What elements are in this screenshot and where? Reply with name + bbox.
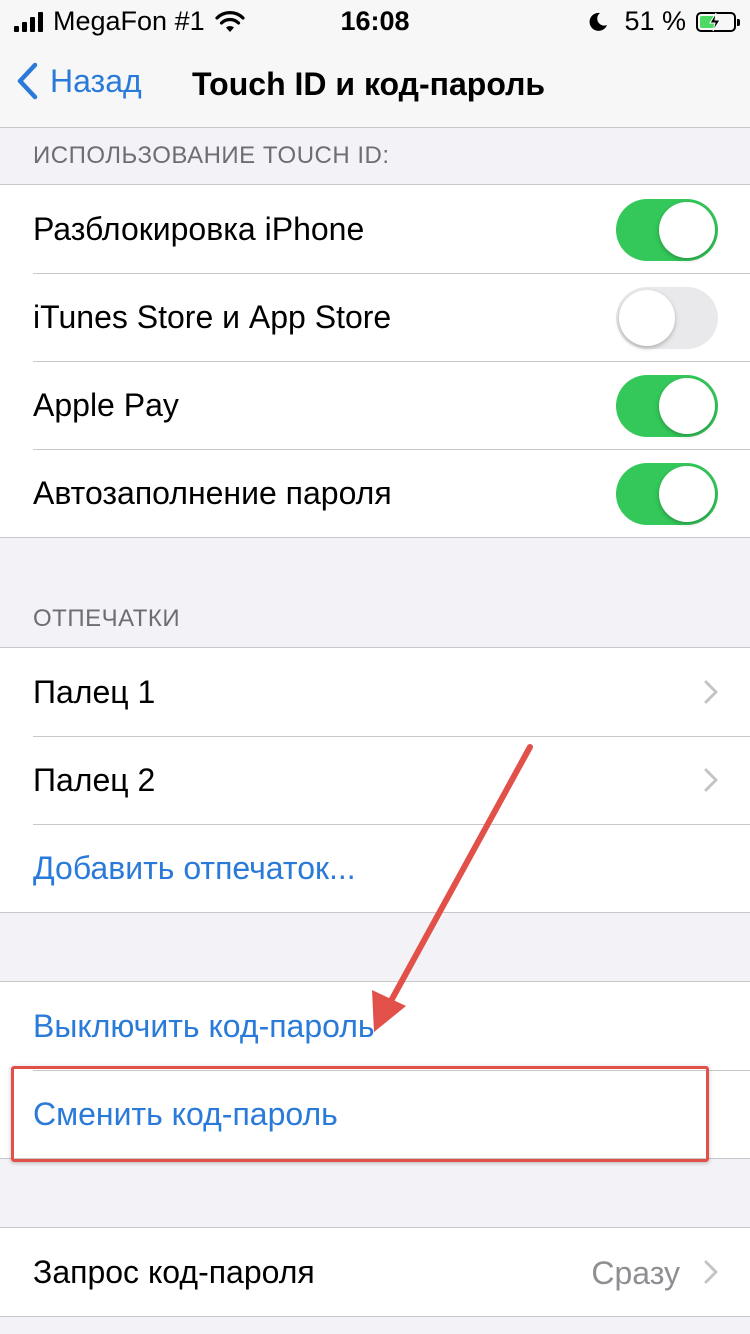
fingerprint-row-1[interactable]: Палец 1: [0, 648, 750, 736]
add-fingerprint-link: Добавить отпечаток...: [33, 849, 356, 886]
change-passcode-row[interactable]: Сменить код-пароль: [0, 1070, 750, 1158]
touch-id-group: Разблокировка iPhone iTunes Store и App …: [0, 184, 750, 538]
section-header-touch-id: ИСПОЛЬЗОВАНИЕ TOUCH ID:: [33, 142, 390, 169]
row-label: Разблокировка iPhone: [33, 210, 365, 247]
itunes-app-store-toggle[interactable]: [616, 287, 718, 349]
add-fingerprint-row[interactable]: Добавить отпечаток...: [0, 824, 750, 912]
chevron-left-icon: [17, 62, 38, 100]
turn-off-passcode-row[interactable]: Выключить код-пароль: [0, 982, 750, 1070]
back-label: Назад: [50, 62, 142, 99]
moon-icon: [590, 12, 608, 31]
touch-id-row-apple-pay: Apple Pay: [0, 361, 750, 449]
chevron-right-icon: [704, 680, 718, 704]
require-passcode-group: Запрос код-пароля Сразу: [0, 1227, 750, 1317]
row-label: Палец 2: [33, 761, 156, 798]
row-label: Apple Pay: [33, 386, 179, 423]
row-label: iTunes Store и App Store: [33, 298, 392, 335]
password-autofill-toggle[interactable]: [616, 463, 718, 525]
page-title: Touch ID и код-пароль: [192, 66, 546, 102]
chevron-right-icon: [704, 768, 718, 792]
back-button[interactable]: Назад: [16, 62, 142, 100]
apple-pay-toggle[interactable]: [616, 375, 718, 437]
status-right: 51 %: [588, 6, 740, 37]
section-header-fingerprints: ОТПЕЧАТКИ: [33, 605, 181, 632]
require-passcode-value: Сразу: [591, 1255, 680, 1291]
fingerprints-group: Палец 1 Палец 2 Добавить отпечаток...: [0, 647, 750, 913]
status-bar: MegaFon #1 16:08 51 %: [0, 0, 750, 40]
navigation-bar: Назад Touch ID и код-пароль: [0, 40, 750, 128]
change-passcode-link: Сменить код-пароль: [33, 1095, 338, 1132]
row-label: Автозаполнение пароля: [33, 474, 392, 511]
charging-bolt-icon: [709, 12, 721, 31]
touch-id-row-unlock: Разблокировка iPhone: [0, 185, 750, 273]
touch-id-row-itunes: iTunes Store и App Store: [0, 273, 750, 361]
unlock-iphone-toggle[interactable]: [616, 199, 718, 261]
passcode-group: Выключить код-пароль Сменить код-пароль: [0, 981, 750, 1159]
touch-id-row-autofill: Автозаполнение пароля: [0, 449, 750, 537]
turn-off-passcode-link: Выключить код-пароль: [33, 1007, 375, 1044]
require-passcode-row[interactable]: Запрос код-пароля Сразу: [0, 1228, 750, 1316]
row-label: Палец 1: [33, 673, 156, 710]
battery-icon: [696, 11, 740, 32]
fingerprint-row-2[interactable]: Палец 2: [0, 736, 750, 824]
chevron-right-icon: [704, 1260, 718, 1284]
battery-percent: 51 %: [624, 6, 686, 36]
row-label: Запрос код-пароля: [33, 1253, 315, 1290]
